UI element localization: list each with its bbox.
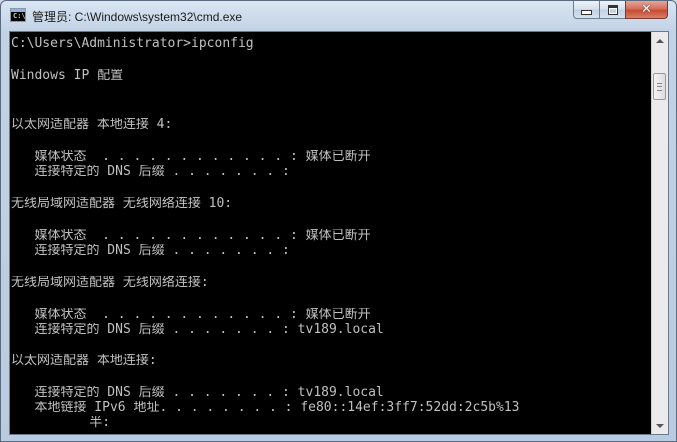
console-line: 本地链接 IPv6 地址. . . . . . . . : fe80::14ef… [11, 401, 520, 414]
console-output[interactable]: C:\Users\Administrator>ipconfig Windows I… [11, 34, 650, 434]
console-line: C:\Users\Administrator>ipconfig [11, 37, 254, 50]
console-line: 媒体状态 . . . . . . . . . . . . : 媒体已断开 [11, 150, 371, 163]
maximize-button[interactable] [599, 1, 625, 19]
close-button[interactable]: ✕ [625, 1, 668, 19]
console-line: 连接特定的 DNS 后缀 . . . . . . . : tv189.local [11, 323, 384, 336]
caption-buttons: ✕ [573, 1, 668, 20]
window-title: 管理员: C:\Windows\system32\cmd.exe [32, 10, 243, 24]
close-icon: ✕ [641, 2, 652, 17]
console-area[interactable]: C:\Users\Administrator>ipconfig Windows I… [9, 31, 669, 435]
scroll-up-button[interactable] [652, 32, 668, 49]
console-line: 媒体状态 . . . . . . . . . . . . : 媒体已断开 [11, 308, 371, 321]
console-line: 媒体状态 . . . . . . . . . . . . : 媒体已断开 [11, 229, 371, 242]
title-bar[interactable]: C:\ 管理员: C:\Windows\system32\cmd.exe ✕ [1, 1, 676, 31]
cmd-window: C:\ 管理员: C:\Windows\system32\cmd.exe ✕ C… [0, 0, 677, 442]
arrow-down-icon [656, 423, 664, 428]
minimize-button[interactable] [573, 1, 599, 19]
console-line: 半: [11, 416, 111, 429]
console-line: 以太网适配器 本地连接 4: [11, 118, 173, 131]
vertical-scrollbar[interactable] [651, 32, 668, 434]
console-line: Windows IP 配置 [11, 69, 124, 82]
arrow-up-icon [656, 38, 664, 43]
scrollbar-thumb[interactable] [653, 73, 666, 100]
console-line: 连接特定的 DNS 后缀 . . . . . . . : [11, 244, 290, 257]
cmd-app-icon-text: C:\ [13, 12, 26, 20]
console-line: 连接特定的 DNS 后缀 . . . . . . . : [11, 165, 290, 178]
console-line: 无线局域网适配器 无线网络连接 10: [11, 197, 233, 210]
console-line: 以太网适配器 本地连接: [11, 354, 157, 367]
console-line: 连接特定的 DNS 后缀 . . . . . . . : tv189.local [11, 386, 384, 399]
cmd-app-icon[interactable]: C:\ [10, 8, 26, 22]
console-line: 无线局域网适配器 无线网络连接: [11, 276, 209, 289]
maximize-icon [607, 4, 618, 15]
scroll-down-button[interactable] [652, 417, 668, 434]
minimize-icon [581, 10, 592, 15]
